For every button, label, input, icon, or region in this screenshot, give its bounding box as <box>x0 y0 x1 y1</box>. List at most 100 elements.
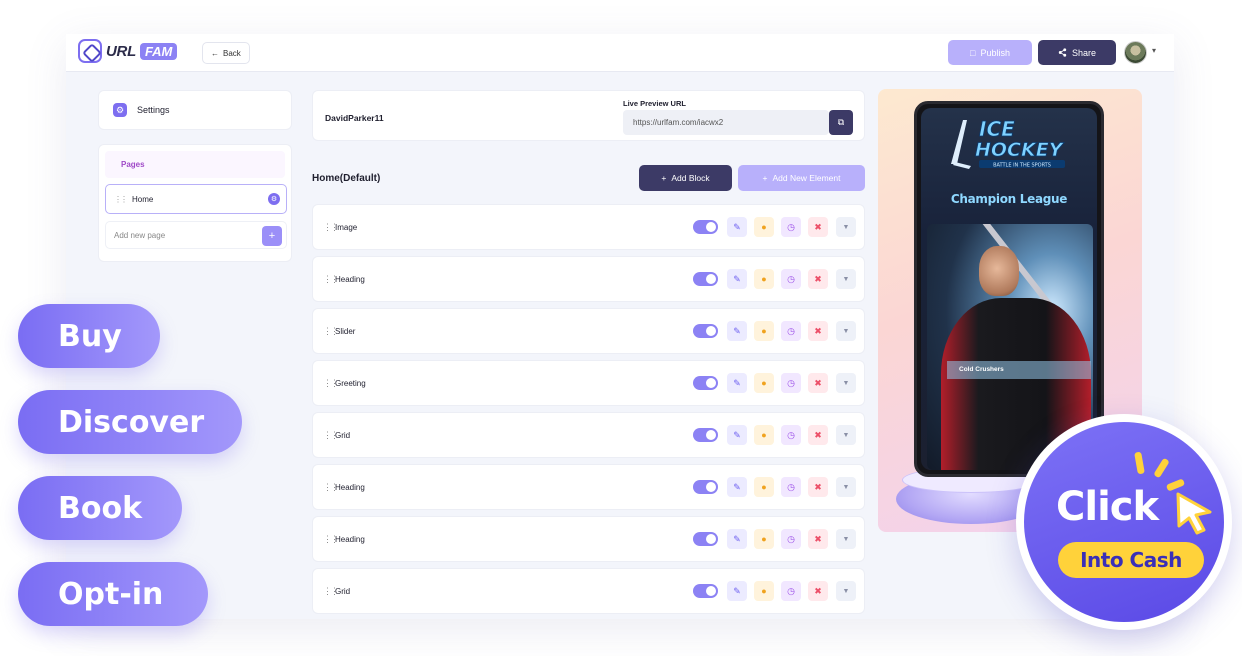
chat-icon[interactable]: ● <box>754 373 774 393</box>
trash-icon[interactable]: ✖ <box>808 581 828 601</box>
block-label: Grid <box>335 587 351 596</box>
chevron-down-icon[interactable]: ▼ <box>836 477 856 497</box>
block-row[interactable]: ⋮⋮ Heading ✎ ● ◷ ✖ ▼ <box>312 464 865 510</box>
top-bar: URL FAM ← Back □ Publish Share ▾ <box>66 34 1174 72</box>
back-button[interactable]: ← Back <box>202 42 250 64</box>
chat-icon[interactable]: ● <box>754 529 774 549</box>
publish-file-icon: □ <box>970 47 976 58</box>
clock-icon[interactable]: ◷ <box>781 581 801 601</box>
image-caption: Cold Crushers <box>947 361 1091 379</box>
trash-icon[interactable]: ✖ <box>808 321 828 341</box>
edit-icon[interactable]: ✎ <box>727 321 747 341</box>
block-visibility-toggle[interactable] <box>693 324 718 338</box>
chevron-down-icon[interactable]: ▾ <box>1152 46 1156 55</box>
copy-icon[interactable]: ⧉ <box>829 110 853 135</box>
chevron-down-icon[interactable]: ▼ <box>836 217 856 237</box>
chevron-down-icon[interactable]: ▼ <box>836 373 856 393</box>
block-row[interactable]: ⋮⋮ Heading ✎ ● ◷ ✖ ▼ <box>312 256 865 302</box>
pages-panel: Pages ⋮⋮ Home ⚙ Add new page + <box>98 144 292 262</box>
block-label: Image <box>335 223 358 232</box>
preview-url-field[interactable]: https://urlfam.com/iacwx2 <box>623 110 829 135</box>
chat-icon[interactable]: ● <box>754 217 774 237</box>
block-visibility-toggle[interactable] <box>693 272 718 286</box>
block-visibility-toggle[interactable] <box>693 428 718 442</box>
logo-url-text: URL <box>106 42 136 60</box>
trash-icon[interactable]: ✖ <box>808 217 828 237</box>
plus-icon: + <box>661 173 667 183</box>
phone-mockup: ICE HOCKEY BATTLE IN THE SPORTS Champion… <box>914 101 1104 477</box>
clock-icon[interactable]: ◷ <box>781 269 801 289</box>
trash-icon[interactable]: ✖ <box>808 373 828 393</box>
avatar[interactable] <box>1124 41 1147 64</box>
edit-icon[interactable]: ✎ <box>727 581 747 601</box>
trash-icon[interactable]: ✖ <box>808 477 828 497</box>
edit-icon[interactable]: ✎ <box>727 217 747 237</box>
publish-button[interactable]: □ Publish <box>948 40 1032 65</box>
chat-icon[interactable]: ● <box>754 581 774 601</box>
trash-icon[interactable]: ✖ <box>808 269 828 289</box>
player-head <box>979 246 1019 296</box>
chat-icon[interactable]: ● <box>754 477 774 497</box>
clock-icon[interactable]: ◷ <box>781 321 801 341</box>
add-block-button[interactable]: + Add Block <box>639 165 732 191</box>
edit-icon[interactable]: ✎ <box>727 477 747 497</box>
block-row[interactable]: ⋮⋮ Slider ✎ ● ◷ ✖ ▼ <box>312 308 865 354</box>
phone-screen: ICE HOCKEY BATTLE IN THE SPORTS Champion… <box>921 108 1097 470</box>
chat-icon[interactable]: ● <box>754 321 774 341</box>
block-label: Grid <box>335 431 351 440</box>
share-button[interactable]: Share <box>1038 40 1116 65</box>
block-row[interactable]: ⋮⋮ Greeting ✎ ● ◷ ✖ ▼ <box>312 360 865 406</box>
block-visibility-toggle[interactable] <box>693 532 718 546</box>
promo-pill-discover: Discover <box>18 390 242 454</box>
back-arrow-icon: ← <box>211 48 219 58</box>
edit-icon[interactable]: ✎ <box>727 425 747 445</box>
clock-icon[interactable]: ◷ <box>781 373 801 393</box>
block-row[interactable]: ⋮⋮ Image ✎ ● ◷ ✖ ▼ <box>312 204 865 250</box>
block-visibility-toggle[interactable] <box>693 480 718 494</box>
publish-label: Publish <box>980 47 1010 58</box>
ray <box>1134 451 1145 475</box>
logo-ice-text: ICE <box>979 117 1015 141</box>
plus-icon[interactable]: + <box>262 226 282 246</box>
settings-item[interactable]: ⚙ Settings <box>98 90 292 130</box>
add-element-label: Add New Element <box>772 173 841 183</box>
editor-window: URL FAM ← Back □ Publish Share ▾ ⚙ Setti… <box>66 34 1174 619</box>
drag-handle-icon[interactable]: ⋮⋮ <box>114 195 128 204</box>
user-name: DavidParker11 <box>325 113 384 123</box>
add-page-input[interactable]: Add new page + <box>105 221 287 249</box>
block-row[interactable]: ⋮⋮ Heading ✎ ● ◷ ✖ ▼ <box>312 516 865 562</box>
clock-icon[interactable]: ◷ <box>781 477 801 497</box>
chevron-down-icon[interactable]: ▼ <box>836 269 856 289</box>
clock-icon[interactable]: ◷ <box>781 529 801 549</box>
chevron-down-icon[interactable]: ▼ <box>836 321 856 341</box>
page-settings-icon[interactable]: ⚙ <box>268 193 280 205</box>
logo-hockey-text: HOCKEY <box>975 139 1065 161</box>
ice-hockey-logo: ICE HOCKEY BATTLE IN THE SPORTS <box>951 117 1065 169</box>
block-visibility-toggle[interactable] <box>693 376 718 390</box>
page-item-label: Home <box>132 194 154 204</box>
preview-url-label: Live Preview URL <box>623 99 686 108</box>
chat-icon[interactable]: ● <box>754 269 774 289</box>
edit-icon[interactable]: ✎ <box>727 373 747 393</box>
block-row[interactable]: ⋮⋮ Grid ✎ ● ◷ ✖ ▼ <box>312 412 865 458</box>
clock-icon[interactable]: ◷ <box>781 425 801 445</box>
block-visibility-toggle[interactable] <box>693 584 718 598</box>
logo-icon <box>78 39 102 63</box>
block-row[interactable]: ⋮⋮ Grid ✎ ● ◷ ✖ ▼ <box>312 568 865 614</box>
block-visibility-toggle[interactable] <box>693 220 718 234</box>
chat-icon[interactable]: ● <box>754 425 774 445</box>
edit-icon[interactable]: ✎ <box>727 529 747 549</box>
edit-icon[interactable]: ✎ <box>727 269 747 289</box>
add-element-button[interactable]: + Add New Element <box>738 165 865 191</box>
add-page-placeholder: Add new page <box>114 230 166 240</box>
trash-icon[interactable]: ✖ <box>808 425 828 445</box>
trash-icon[interactable]: ✖ <box>808 529 828 549</box>
logo[interactable]: URL FAM <box>78 39 178 63</box>
page-item-home[interactable]: ⋮⋮ Home ⚙ <box>105 184 287 214</box>
into-cash-pill: Into Cash <box>1058 542 1204 578</box>
clock-icon[interactable]: ◷ <box>781 217 801 237</box>
chevron-down-icon[interactable]: ▼ <box>836 425 856 445</box>
chevron-down-icon[interactable]: ▼ <box>836 529 856 549</box>
chevron-down-icon[interactable]: ▼ <box>836 581 856 601</box>
click-badge-inner: Click Into Cash <box>1024 422 1224 622</box>
